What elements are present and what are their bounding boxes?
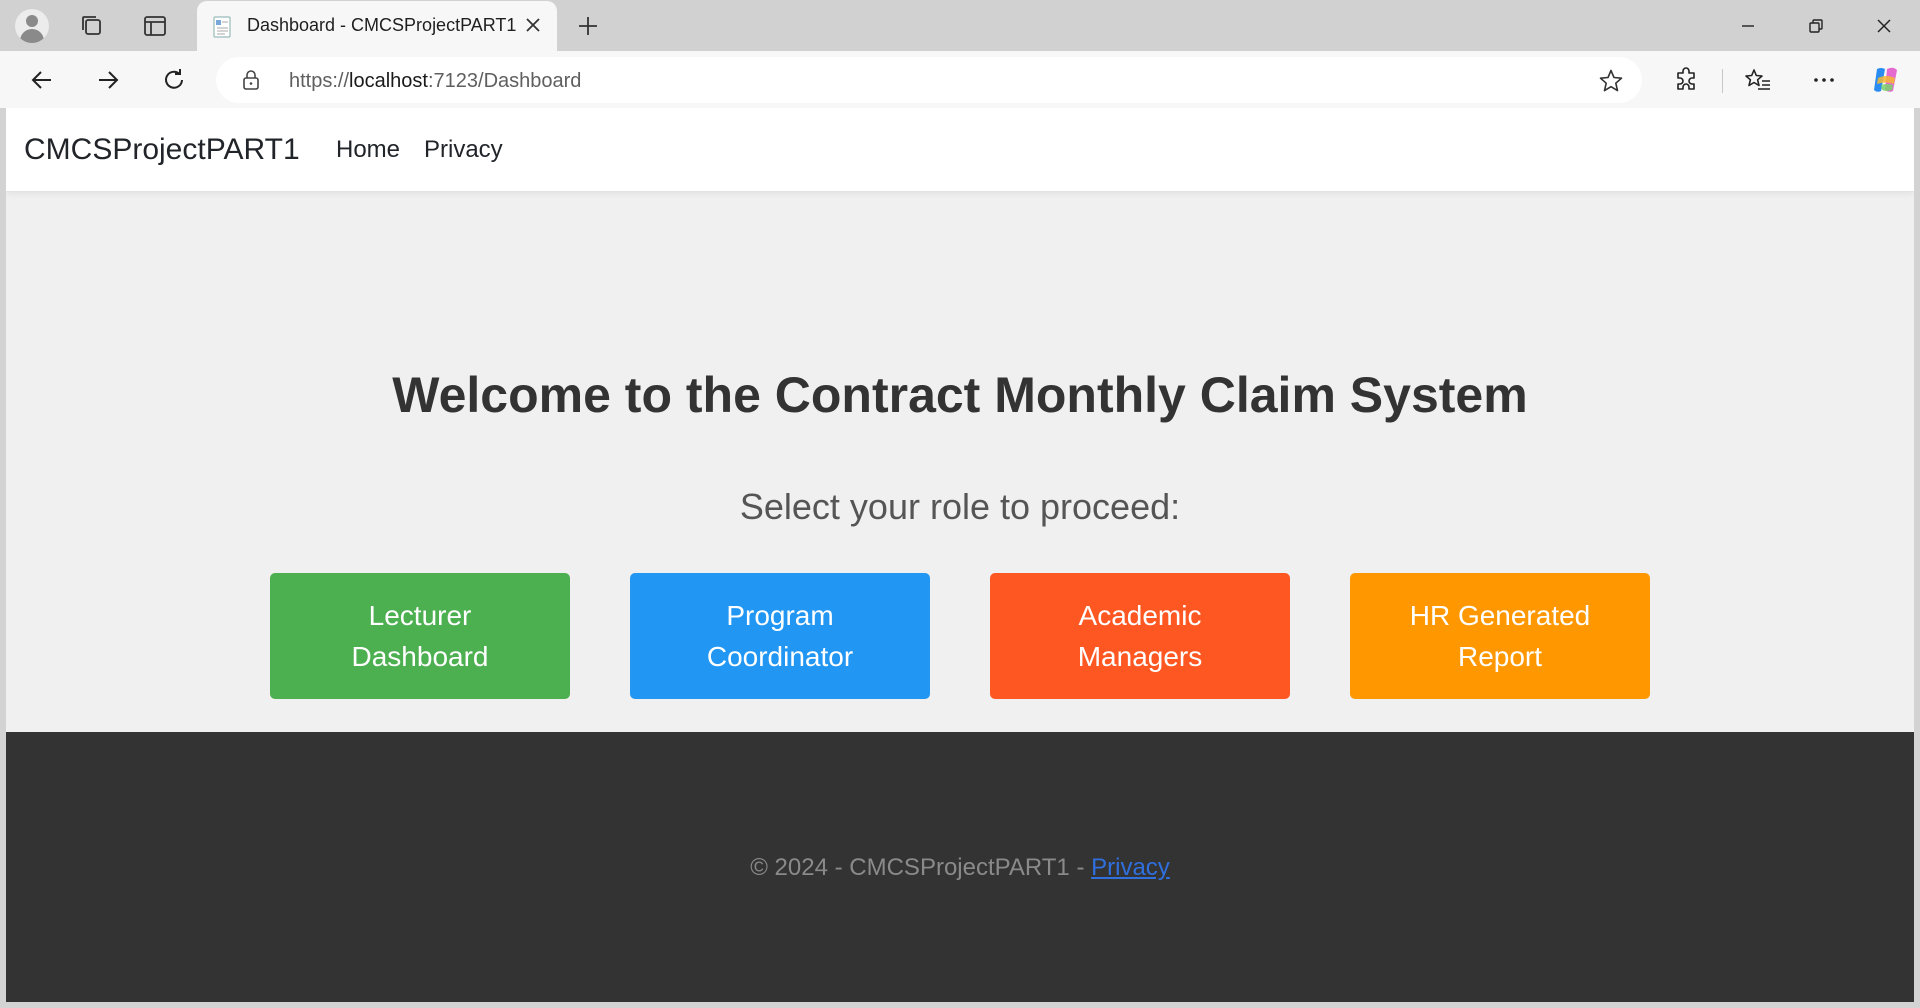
lock-icon[interactable] xyxy=(240,69,262,91)
tab-close-icon[interactable] xyxy=(521,13,545,37)
toolbar-separator xyxy=(1722,69,1723,93)
site-footer: © 2024 - CMCSProjectPART1 - Privacy xyxy=(6,732,1914,1002)
copilot-icon[interactable] xyxy=(1864,59,1908,101)
footer-text: © 2024 - CMCSProjectPART1 - Privacy xyxy=(6,854,1914,882)
academic-managers-label: Academic Managers xyxy=(1077,600,1203,672)
back-arrow-icon[interactable] xyxy=(20,59,64,101)
url-path: :7123/Dashboard xyxy=(427,70,582,92)
active-tab[interactable]: Dashboard - CMCSProjectPART1 xyxy=(197,1,557,51)
site-header: CMCSProjectPART1 Home Privacy xyxy=(6,108,1914,192)
favorites-icon[interactable] xyxy=(1736,59,1780,101)
hr-generated-report-label: HR Generated Report xyxy=(1409,600,1591,672)
page-viewport: CMCSProjectPART1 Home Privacy Welcome to… xyxy=(6,108,1914,1002)
footer-privacy-link[interactable]: Privacy xyxy=(1091,854,1170,881)
page-title: Welcome to the Contract Monthly Claim Sy… xyxy=(392,367,1528,423)
extensions-icon[interactable] xyxy=(1664,59,1708,101)
hr-generated-report-button[interactable]: HR Generated Report xyxy=(1350,573,1650,699)
academic-managers-button[interactable]: Academic Managers xyxy=(990,573,1290,699)
page-favicon-icon xyxy=(211,16,233,38)
nav-link-privacy[interactable]: Privacy xyxy=(424,136,503,164)
program-coordinator-label: Program Coordinator xyxy=(706,600,854,672)
profile-avatar-icon[interactable] xyxy=(10,5,54,47)
forward-arrow-icon[interactable] xyxy=(86,59,130,101)
tab-title: Dashboard - CMCSProjectPART1 xyxy=(247,15,517,35)
address-url[interactable]: https://localhost:7123/Dashboard xyxy=(289,70,581,93)
more-icon[interactable] xyxy=(1802,59,1846,101)
footer-copyright: © 2024 - CMCSProjectPART1 - xyxy=(750,854,1092,881)
program-coordinator-button[interactable]: Program Coordinator xyxy=(630,573,930,699)
lecturer-dashboard-button[interactable]: Lecturer Dashboard xyxy=(270,573,570,699)
refresh-icon[interactable] xyxy=(152,59,196,101)
browser-tab-bar: Dashboard - CMCSProjectPART1 xyxy=(0,0,1920,51)
star-icon[interactable] xyxy=(1598,68,1624,94)
page-subtitle: Select your role to proceed: xyxy=(739,486,1181,527)
tab-actions-icon[interactable] xyxy=(133,5,177,47)
minimize-icon[interactable] xyxy=(1714,0,1782,51)
url-host: localhost xyxy=(349,70,428,92)
url-scheme: https:// xyxy=(289,70,350,92)
browser-toolbar: https://localhost:7123/Dashboard xyxy=(0,51,1920,108)
lecturer-dashboard-label: Lecturer Dashboard xyxy=(351,600,489,672)
plus-icon[interactable] xyxy=(568,6,608,46)
close-icon[interactable] xyxy=(1850,0,1918,51)
nav-link-home[interactable]: Home xyxy=(336,136,400,164)
workspaces-icon[interactable] xyxy=(70,5,114,47)
site-brand[interactable]: CMCSProjectPART1 xyxy=(24,133,300,167)
restore-icon[interactable] xyxy=(1782,0,1850,51)
address-bar[interactable]: https://localhost:7123/Dashboard xyxy=(216,57,1642,103)
